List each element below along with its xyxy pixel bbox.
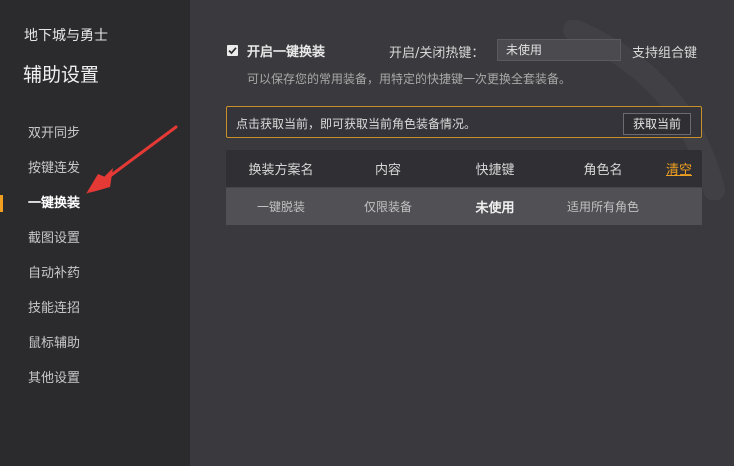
hotkey-label: 开启/关闭热键： <box>389 46 485 61</box>
table-row[interactable]: 一键脱装 仅限装备 未使用 适用所有角色 <box>226 188 702 225</box>
sidebar-item-label: 自动补药 <box>28 266 81 281</box>
sidebar-item-label: 双开同步 <box>28 126 81 141</box>
header-content: 内容 <box>374 163 401 178</box>
annotation-arrow-icon <box>86 125 178 194</box>
fetch-hint-text: 点击获取当前，即可获取当前角色装备情况。 <box>236 117 477 131</box>
sidebar-item-label: 其他设置 <box>28 371 81 386</box>
sidebar-item-screenshot-settings[interactable]: 截图设置 <box>0 221 190 256</box>
sidebar-item-mouse-assist[interactable]: 鼠标辅助 <box>0 326 190 361</box>
header-scheme-name: 换装方案名 <box>248 163 314 178</box>
combo-key-hint: 支持组合键 <box>632 46 698 61</box>
sidebar-item-label: 截图设置 <box>28 231 81 246</box>
sidebar: 地下城与勇士 辅助设置 双开同步 按键连发 一键换装 截图设置 自动补药 技能连… <box>0 0 190 466</box>
enable-label[interactable]: 开启一键换装 <box>247 41 325 60</box>
main-panel: 开启一键换装 开启/关闭热键： 未使用 支持组合键 可以保存您的常用装备，用特定… <box>190 0 734 466</box>
feature-description: 可以保存您的常用装备，用特定的快捷键一次更换全套装备。 <box>247 72 572 86</box>
sidebar-item-skill-combo[interactable]: 技能连招 <box>0 291 190 326</box>
page-title: 辅助设置 <box>23 64 100 86</box>
app-window: 地下城与勇士 辅助设置 双开同步 按键连发 一键换装 截图设置 自动补药 技能连… <box>0 0 734 466</box>
active-indicator <box>0 195 3 212</box>
row-scheme-name: 一键脱装 <box>256 200 305 214</box>
fetch-current-button[interactable]: 获取当前 <box>623 113 691 135</box>
clear-link[interactable]: 清空 <box>666 163 692 178</box>
sidebar-item-auto-potion[interactable]: 自动补药 <box>0 256 190 291</box>
table-header: 换装方案名 内容 快捷键 角色名 清空 <box>226 150 702 188</box>
enable-row: 开启一键换装 <box>227 39 325 61</box>
game-name: 地下城与勇士 <box>24 28 108 44</box>
sidebar-item-label: 技能连招 <box>28 301 81 316</box>
header-hotkey: 快捷键 <box>475 163 515 178</box>
sidebar-item-label: 按键连发 <box>28 161 81 176</box>
sidebar-item-label: 一键换装 <box>28 196 81 211</box>
enable-checkbox[interactable] <box>227 44 238 56</box>
row-content: 仅限装备 <box>363 200 412 214</box>
equip-scheme-table: 换装方案名 内容 快捷键 角色名 清空 一键脱装 仅限装备 未使用 适用所有角色 <box>226 150 702 225</box>
hotkey-input[interactable]: 未使用 <box>497 39 621 61</box>
header-role-name: 角色名 <box>583 163 623 178</box>
sidebar-item-label: 鼠标辅助 <box>28 336 81 351</box>
sidebar-item-other-settings[interactable]: 其他设置 <box>0 361 190 396</box>
row-role-name: 适用所有角色 <box>566 200 639 214</box>
fetch-current-box: 点击获取当前，即可获取当前角色装备情况。 获取当前 <box>226 106 702 138</box>
row-hotkey[interactable]: 未使用 <box>440 197 550 216</box>
check-icon <box>228 46 237 54</box>
